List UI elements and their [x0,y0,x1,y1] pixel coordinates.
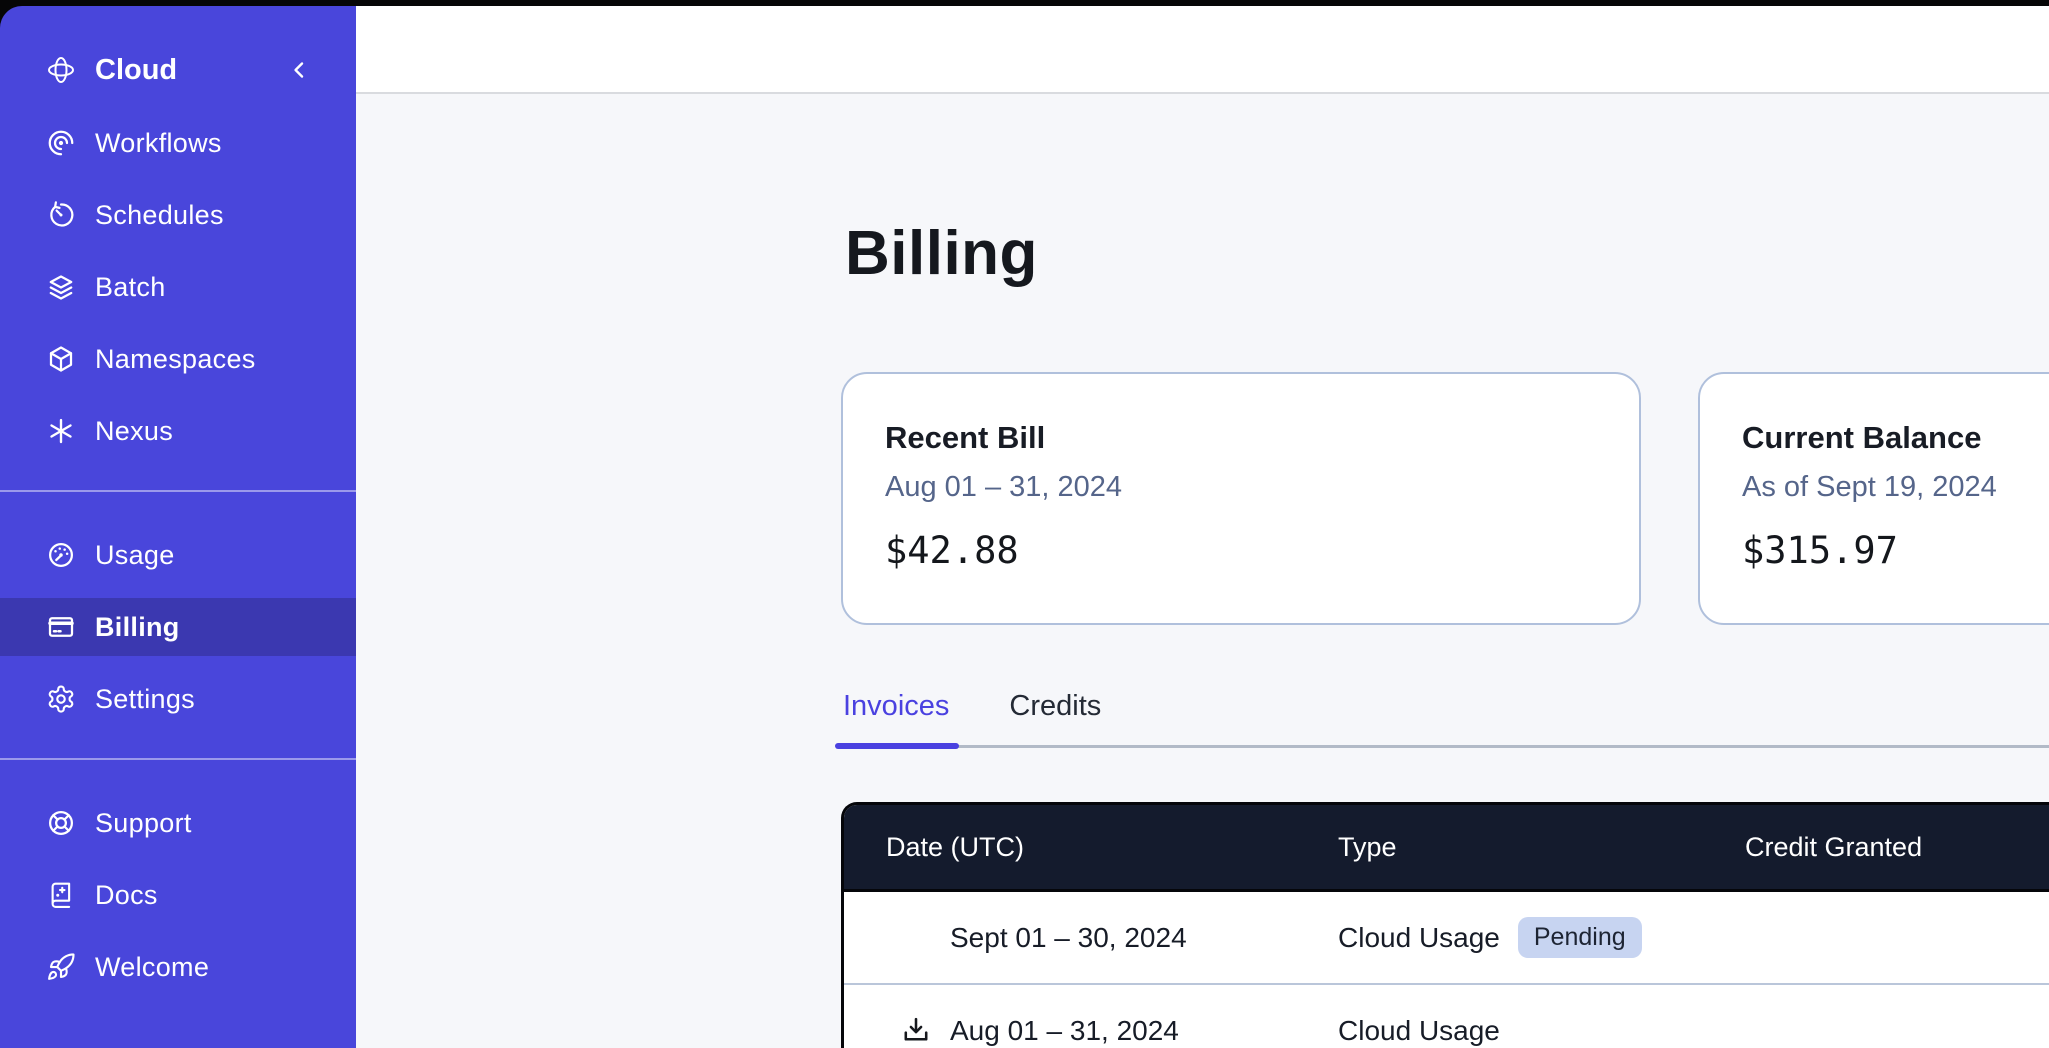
invoice-date: Sept 01 – 30, 2024 [950,922,1187,954]
top-bar [356,6,2049,94]
invoice-type-cell: Cloud Usage [1338,1015,1745,1047]
nexus-icon [46,416,76,446]
sidebar-nav-help: Support Docs [0,760,356,996]
download-icon[interactable] [896,1011,936,1048]
usage-icon [46,540,76,570]
invoices-table: Date (UTC) Type Credit Granted Sept 01 –… [841,802,2049,1048]
sidebar-nav-account: Usage Billing [0,492,356,728]
tab-invoices[interactable]: Invoices [841,689,951,745]
invoice-type-cell: Cloud Usage Pending [1338,917,1745,958]
column-header-date: Date (UTC) [844,832,1338,863]
sidebar-item-schedules[interactable]: Schedules [0,186,356,244]
card-amount: $315.97 [1742,528,2049,574]
invoice-type: Cloud Usage [1338,922,1500,954]
summary-cards: Recent Bill Aug 01 – 31, 2024 $42.88 Cur… [841,372,2049,625]
docs-icon [46,880,76,910]
main-area: Billing Recent Bill Aug 01 – 31, 2024 $4… [356,6,2049,1048]
billing-page: Billing Recent Bill Aug 01 – 31, 2024 $4… [841,214,2049,1048]
card-title: Recent Bill [885,418,1597,458]
invoice-date: Aug 01 – 31, 2024 [950,1015,1179,1047]
card-amount: $42.88 [885,528,1597,574]
card-subtitle: As of Sept 19, 2024 [1742,468,2049,506]
card-title: Current Balance [1742,418,2049,458]
current-balance-card: Current Balance As of Sept 19, 2024 $315… [1698,372,2049,625]
workflows-icon [46,128,76,158]
sidebar-brand: Cloud [0,38,356,102]
invoice-date-cell: Sept 01 – 30, 2024 [844,918,1338,958]
table-row: Sept 01 – 30, 2024 Cloud Usage Pending [844,892,2049,983]
temporal-logo-icon [46,55,76,85]
sidebar-item-nexus[interactable]: Nexus [0,402,356,460]
sidebar-item-batch[interactable]: Batch [0,258,356,316]
schedules-icon [46,200,76,230]
sidebar-item-welcome[interactable]: Welcome [0,938,356,996]
sidebar-item-workflows[interactable]: Workflows [0,114,356,172]
invoice-date-cell: Aug 01 – 31, 2024 [844,1011,1338,1048]
sidebar-item-namespaces[interactable]: Namespaces [0,330,356,388]
invoice-type: Cloud Usage [1338,1015,1500,1047]
sidebar-item-docs[interactable]: Docs [0,866,356,924]
brand-label: Cloud [95,54,177,87]
sidebar-item-settings[interactable]: Settings [0,670,356,728]
rocket-icon [46,952,76,982]
sidebar: Cloud Workflows [0,6,356,1048]
table-row: Aug 01 – 31, 2024 Cloud Usage [844,983,2049,1048]
batch-icon [46,272,76,302]
app-window: Billing Recent Bill Aug 01 – 31, 2024 $4… [0,0,2049,1048]
column-header-credit-granted: Credit Granted [1745,832,2049,863]
support-icon [46,808,76,838]
download-slot-empty [896,918,936,958]
page-title: Billing [845,214,2049,294]
chevron-left-icon[interactable] [286,57,312,83]
sidebar-item-support[interactable]: Support [0,794,356,852]
billing-tabs: Invoices Credits [841,689,2049,748]
card-subtitle: Aug 01 – 31, 2024 [885,468,1597,506]
sidebar-item-usage[interactable]: Usage [0,526,356,584]
recent-bill-card: Recent Bill Aug 01 – 31, 2024 $42.88 [841,372,1641,625]
billing-icon [46,612,76,642]
column-header-type: Type [1338,832,1745,863]
tab-credits[interactable]: Credits [1007,689,1103,745]
settings-icon [46,684,76,714]
namespaces-icon [46,344,76,374]
table-header-row: Date (UTC) Type Credit Granted [844,805,2049,892]
sidebar-item-billing[interactable]: Billing [0,598,356,656]
sidebar-nav-primary: Workflows Schedules [0,102,356,460]
status-badge: Pending [1518,917,1642,958]
